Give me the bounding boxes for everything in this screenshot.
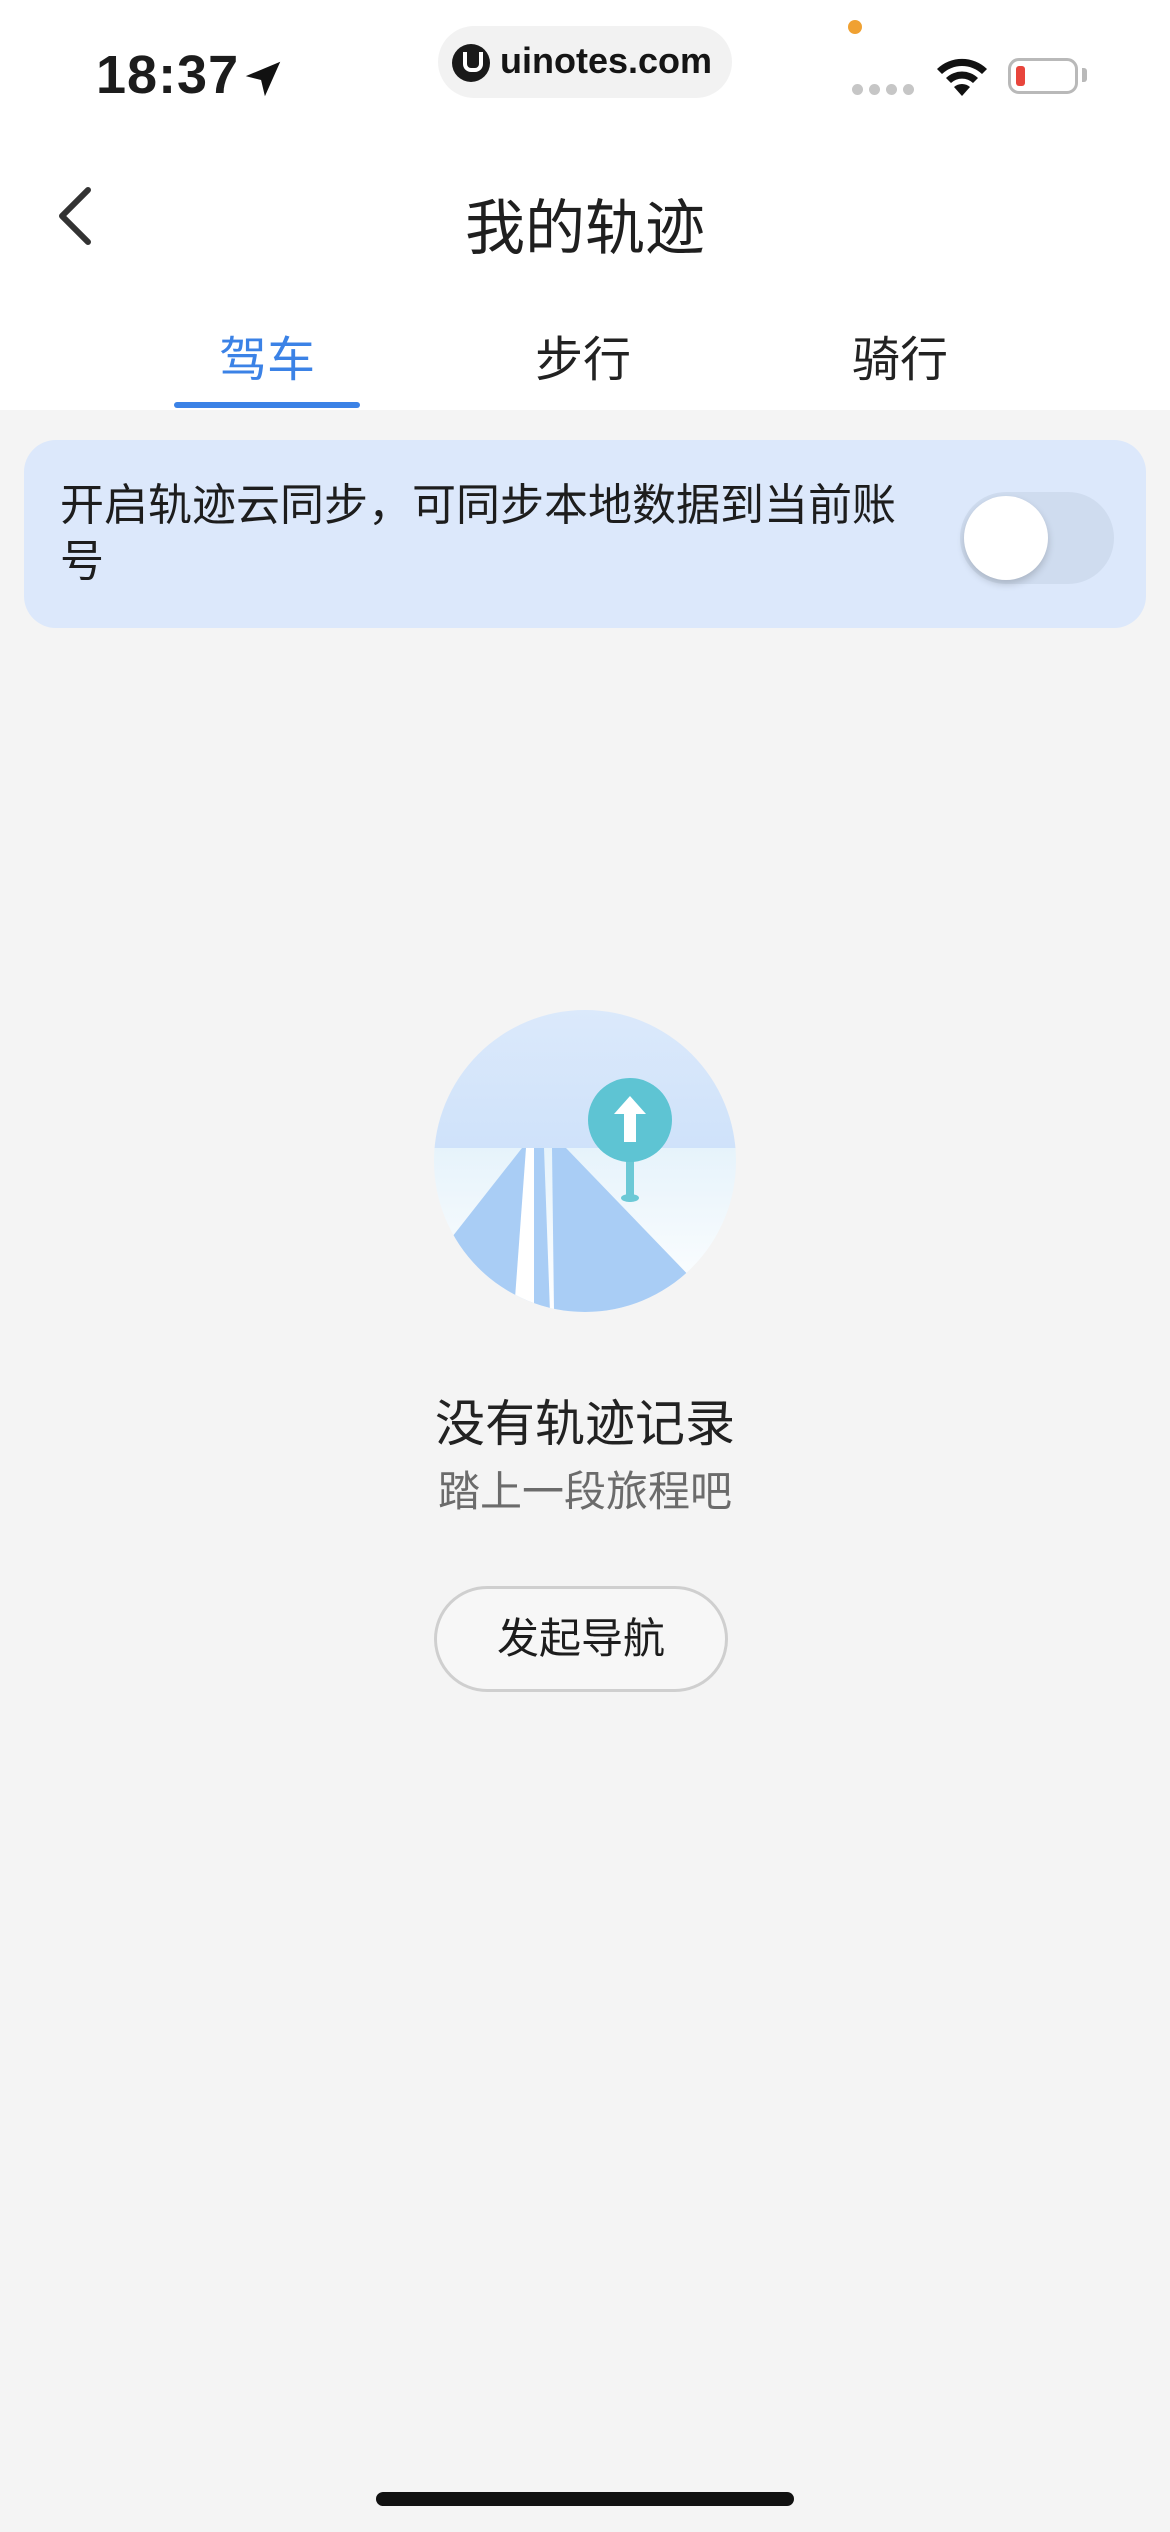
signal-icon [852,84,916,96]
battery-cap [1082,68,1087,82]
road-with-arrow-sign-icon [434,1010,736,1312]
privacy-indicator-dot [848,20,862,34]
toggle-knob [964,496,1048,580]
empty-state-subtitle: 踏上一段旅程吧 [437,1467,732,1516]
battery-icon [1008,58,1078,94]
status-bar: 18:37 uinotes.com [0,0,1170,140]
url-text: uinotes.com [500,40,713,81]
cloud-sync-text: 开启轨迹云同步，可同步本地数据到当前账号 [60,480,896,587]
tab-driving[interactable]: 驾车 [167,320,367,390]
start-navigation-button[interactable]: 发起导航 [434,1586,728,1692]
site-logo-icon [452,44,490,82]
page-title: 我的轨迹 [465,194,705,264]
empty-state-title: 没有轨迹记录 [435,1395,735,1453]
status-time: 18:37 [96,45,240,105]
wifi-icon [937,58,987,96]
tab-walking[interactable]: 步行 [483,320,683,390]
location-arrow-icon [245,61,281,97]
active-tab-indicator [174,402,360,408]
cloud-sync-toggle[interactable] [960,492,1114,584]
nav-header: 我的轨迹 驾车 步行 骑行 [0,140,1170,410]
home-indicator[interactable] [376,2492,794,2506]
url-pill[interactable]: uinotes.com [438,26,732,98]
tab-cycling[interactable]: 骑行 [800,320,1000,390]
battery-level [1016,66,1025,86]
cloud-sync-banner: 开启轨迹云同步，可同步本地数据到当前账号 [24,440,1146,628]
